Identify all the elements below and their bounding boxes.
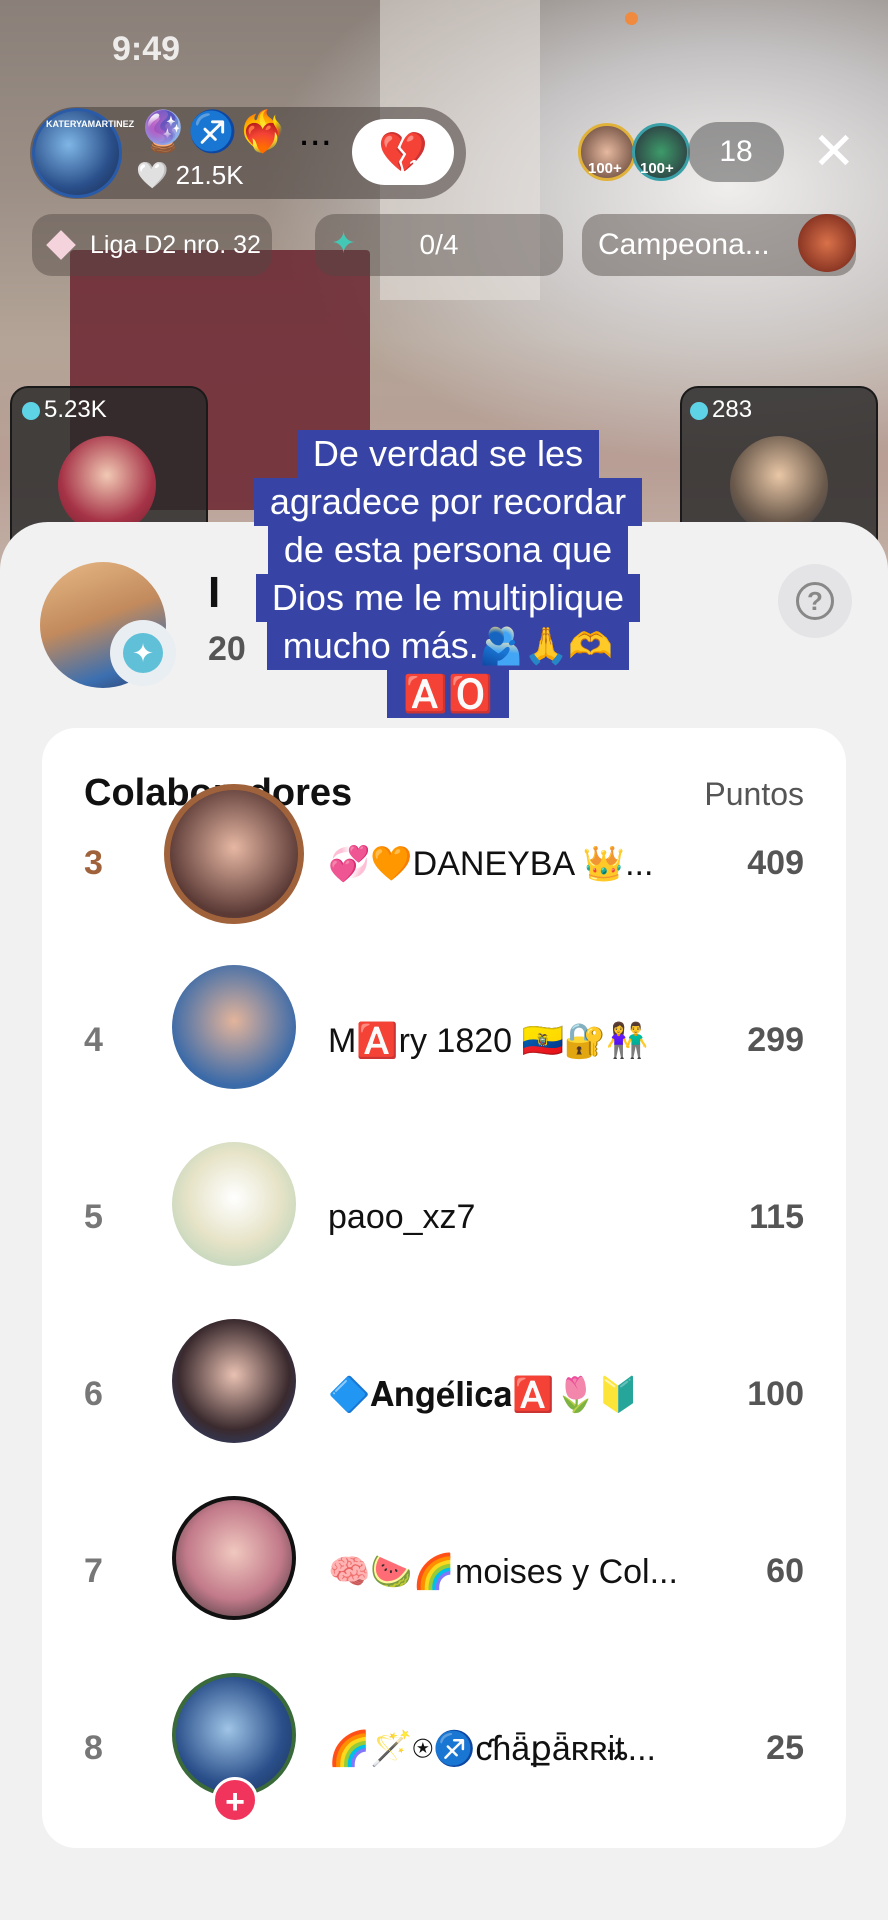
contributor-points: 115 bbox=[749, 1198, 804, 1236]
add-icon[interactable]: + bbox=[212, 1777, 258, 1823]
contributor-name: 🌈🪄⍟♐️ƈɦǟքǟʀʀɨȶ... bbox=[328, 1730, 656, 1768]
championship-badge-icon bbox=[798, 214, 856, 272]
contributor-rank: 8 bbox=[84, 1729, 103, 1767]
close-icon[interactable]: ✕ bbox=[812, 126, 856, 178]
contributor-points: 409 bbox=[747, 844, 804, 882]
host-name-emojis: 🔮♐️❤️‍🔥 ... bbox=[138, 110, 332, 154]
follow-count: 11 bbox=[409, 157, 429, 177]
top-viewer-badge-1: 100+ bbox=[588, 160, 622, 177]
contributor-row[interactable]: 5 paoo_xz7 115 bbox=[42, 1142, 846, 1375]
contributor-row[interactable]: 7 🧠🍉🌈moises y Col... 60 bbox=[42, 1496, 846, 1729]
recording-indicator bbox=[625, 12, 638, 25]
sparkle-icon: ✦ bbox=[331, 227, 357, 260]
profile-badge: ✦ bbox=[110, 620, 176, 686]
score-icon bbox=[690, 401, 708, 420]
contributor-points: 100 bbox=[747, 1375, 804, 1413]
contributor-rank: 7 bbox=[84, 1552, 103, 1590]
contributor-name: M🅰️ry 1820 🇪🇨🔐👫 bbox=[328, 1022, 649, 1060]
caption-line: Dios me le multiplique bbox=[255, 574, 641, 622]
contributor-points: 25 bbox=[766, 1729, 804, 1767]
guest-score-left: 5.23K bbox=[22, 396, 107, 424]
question-icon: ? bbox=[796, 582, 834, 620]
contributor-row[interactable]: 8 + 🌈🪄⍟♐️ƈɦǟքǟʀʀɨȶ... 25 bbox=[42, 1673, 846, 1848]
contributor-avatar[interactable] bbox=[172, 1319, 296, 1443]
contributor-rank: 6 bbox=[84, 1375, 103, 1413]
status-time: 9:49 bbox=[112, 30, 181, 68]
caption-line: de esta persona que bbox=[267, 526, 629, 574]
contributor-row[interactable]: 4 M🅰️ry 1820 🇪🇨🔐👫 299 bbox=[42, 965, 846, 1198]
contributor-points: 60 bbox=[766, 1552, 804, 1590]
guest-avatar-left bbox=[58, 436, 156, 534]
contributor-points: 299 bbox=[747, 1021, 804, 1059]
contributor-rank: 4 bbox=[84, 1021, 103, 1059]
guest-score-right: 283 bbox=[690, 396, 752, 424]
diamond-icon bbox=[46, 230, 76, 260]
goal-progress: 0/4 bbox=[419, 229, 459, 260]
contributor-name: 💞🧡DANEYBA 👑... bbox=[328, 845, 654, 883]
follow-button[interactable]: 💔 bbox=[352, 119, 454, 185]
caption-line: 🅰️🅾️ bbox=[387, 670, 509, 718]
contributor-avatar[interactable] bbox=[172, 965, 296, 1089]
contributor-name: 🧠🍉🌈moises y Col... bbox=[328, 1553, 678, 1591]
host-avatar-label: KATERYAMARTINEZ bbox=[46, 119, 135, 129]
league-label: Liga D2 nro. 32 bbox=[90, 230, 261, 259]
caption-line: mucho más.🫂🙏🫶 bbox=[266, 622, 630, 670]
caption-line: De verdad se les bbox=[296, 430, 600, 478]
help-button[interactable]: ? bbox=[778, 564, 852, 638]
contributor-row[interactable]: 3 💞🧡DANEYBA 👑... 409 bbox=[42, 784, 846, 1021]
goal-chip[interactable]: ✦ 0/4 bbox=[315, 214, 563, 276]
star-badge-icon: ✦ bbox=[123, 633, 163, 673]
contributor-avatar[interactable] bbox=[164, 784, 304, 924]
top-viewer-badge-2: 100+ bbox=[640, 160, 674, 177]
host-likes: 🤍 21.5K bbox=[136, 160, 244, 190]
viewer-count[interactable]: 18 bbox=[688, 122, 784, 182]
contributor-row[interactable]: 6 🔷𝐀𝐧𝐠𝐞́𝐥𝐢𝐜𝐚🅰️🌷🔰 100 bbox=[42, 1319, 846, 1552]
championship-label: Campeona... bbox=[598, 228, 770, 261]
score-icon bbox=[22, 401, 40, 420]
contributor-avatar[interactable] bbox=[172, 1496, 296, 1620]
contributor-rank: 5 bbox=[84, 1198, 103, 1236]
caption-line: agradece por recordar bbox=[253, 478, 643, 526]
guest-avatar-right bbox=[730, 436, 828, 534]
league-chip[interactable]: Liga D2 nro. 32 bbox=[32, 214, 272, 276]
contributor-name: paoo_xz7 bbox=[328, 1198, 476, 1236]
contributor-name: 🔷𝐀𝐧𝐠𝐞́𝐥𝐢𝐜𝐚🅰️🌷🔰 bbox=[328, 1376, 640, 1414]
caption-overlay: De verdad se les agradece por recordar d… bbox=[218, 430, 678, 718]
contributor-rank: 3 bbox=[84, 844, 103, 882]
points-header: Puntos bbox=[704, 776, 804, 812]
contributors-card: Colaboradores Puntos 3 💞🧡DANEYBA 👑... 40… bbox=[42, 728, 846, 1848]
contributor-avatar[interactable] bbox=[172, 1142, 296, 1266]
